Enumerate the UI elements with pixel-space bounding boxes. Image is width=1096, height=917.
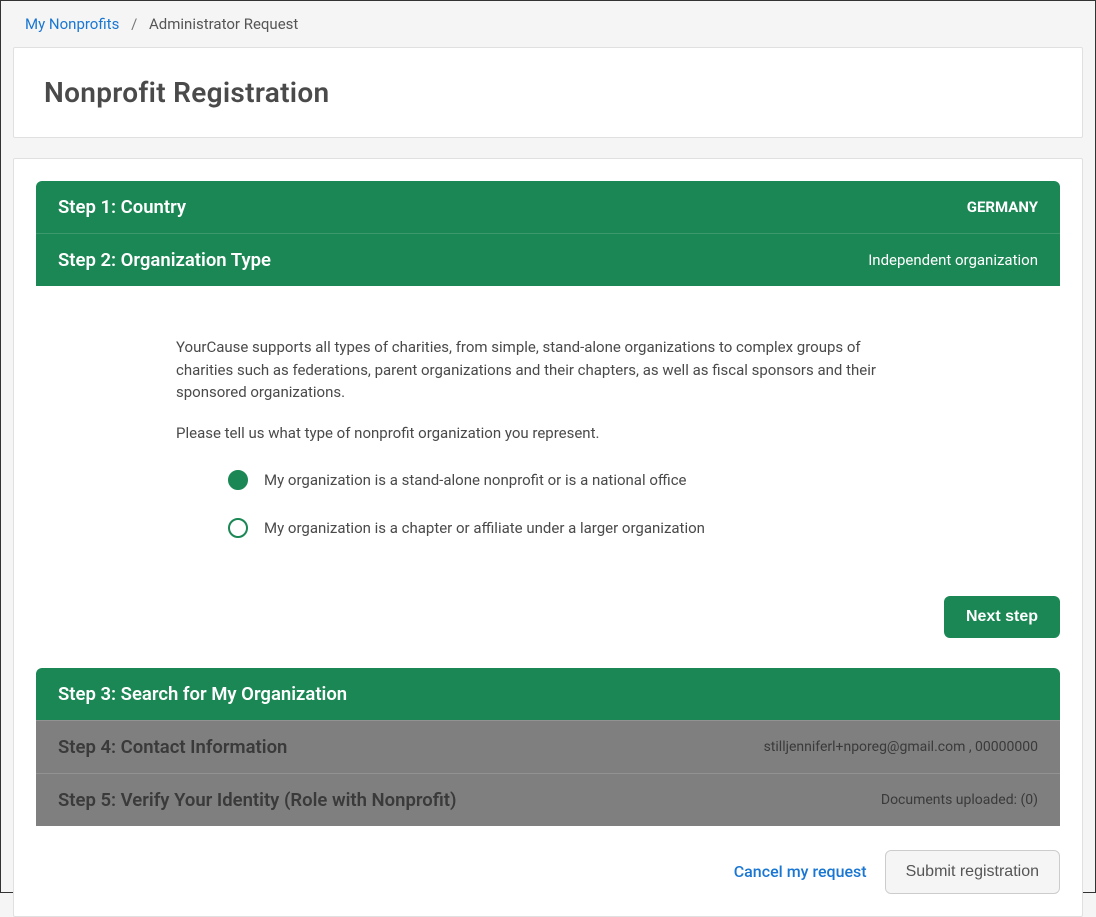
registration-wizard: Step 1: Country GERMANY Step 2: Organiza… — [13, 158, 1083, 917]
next-step-button[interactable]: Next step — [944, 596, 1060, 638]
breadcrumb-current: Administrator Request — [149, 15, 298, 33]
cancel-request-link[interactable]: Cancel my request — [734, 862, 867, 881]
step-1-value: GERMANY — [967, 198, 1038, 216]
step-2-title: Step 2: Organization Type — [58, 249, 271, 271]
step-2-header[interactable]: Step 2: Organization Type Independent or… — [36, 233, 1060, 286]
breadcrumb: My Nonprofits / Administrator Request — [1, 1, 1095, 47]
radio-option-chapter[interactable]: My organization is a chapter or affiliat… — [228, 518, 920, 538]
page-title: Nonprofit Registration — [44, 76, 1052, 109]
radio-icon — [228, 470, 248, 490]
org-type-radio-group: My organization is a stand-alone nonprof… — [176, 470, 920, 538]
radio-label-standalone: My organization is a stand-alone nonprof… — [264, 471, 687, 489]
step-4-value: stilljenniferl+nporeg@gmail.com , 000000… — [764, 739, 1038, 755]
step-5-value: Documents uploaded: (0) — [881, 792, 1038, 808]
step-2-actions: Next step — [36, 576, 1060, 668]
footer-actions: Cancel my request Submit registration — [36, 826, 1060, 894]
step-5-title: Step 5: Verify Your Identity (Role with … — [58, 789, 456, 811]
header-card: Nonprofit Registration — [13, 47, 1083, 138]
breadcrumb-separator: / — [131, 15, 137, 33]
step-4-header: Step 4: Contact Information stilljennife… — [36, 720, 1060, 773]
step-2-body: YourCause supports all types of charitie… — [36, 286, 1060, 576]
radio-icon — [228, 518, 248, 538]
step-2-intro: YourCause supports all types of charitie… — [176, 336, 920, 404]
step-3-title: Step 3: Search for My Organization — [58, 683, 347, 705]
step-2-prompt: Please tell us what type of nonprofit or… — [176, 424, 920, 442]
radio-label-chapter: My organization is a chapter or affiliat… — [264, 519, 705, 537]
step-3-header[interactable]: Step 3: Search for My Organization — [36, 668, 1060, 720]
step-4-title: Step 4: Contact Information — [58, 736, 287, 758]
submit-registration-button[interactable]: Submit registration — [885, 850, 1060, 894]
step-5-header: Step 5: Verify Your Identity (Role with … — [36, 773, 1060, 826]
step-1-header[interactable]: Step 1: Country GERMANY — [36, 181, 1060, 233]
step-2-value: Independent organization — [868, 251, 1038, 269]
breadcrumb-link-my-nonprofits[interactable]: My Nonprofits — [25, 15, 119, 33]
radio-option-standalone[interactable]: My organization is a stand-alone nonprof… — [228, 470, 920, 490]
step-1-title: Step 1: Country — [58, 196, 186, 218]
